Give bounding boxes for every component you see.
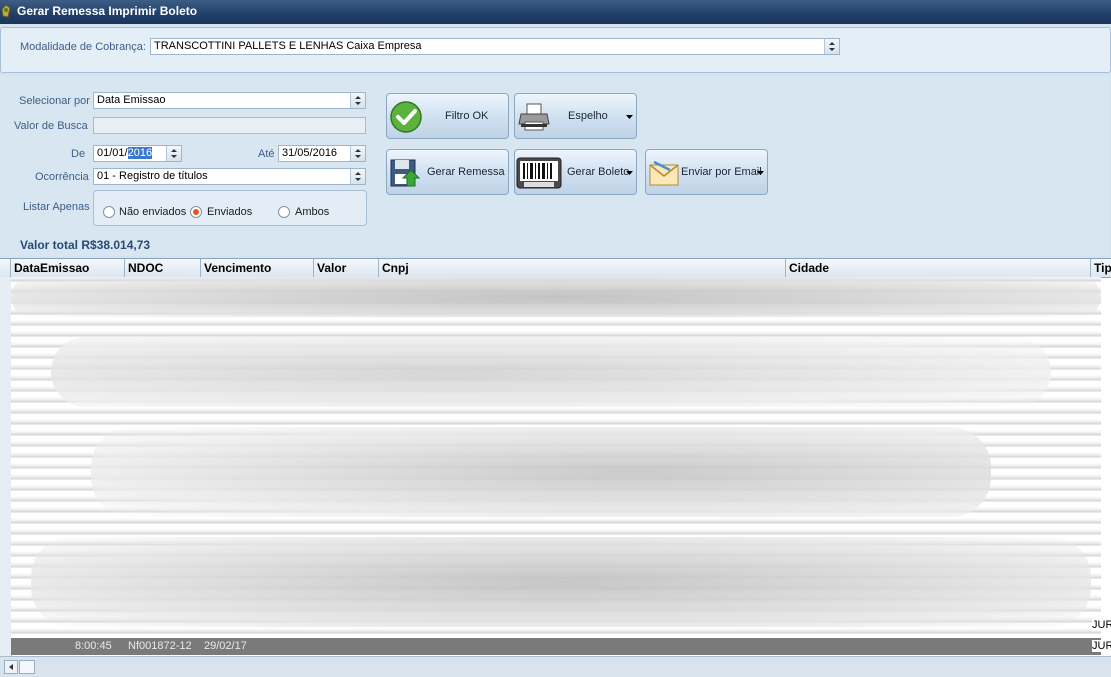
chevron-down-icon[interactable] xyxy=(626,171,633,175)
filtro-ok-button[interactable]: Filtro OK xyxy=(386,93,509,139)
table-row[interactable]: 8:00:45 Nf001872-12 29/02/17 xyxy=(11,638,1101,655)
listar-apenas-group: Não enviados Enviados Ambos xyxy=(93,190,367,226)
redacted-rows xyxy=(11,277,1101,639)
radio-nao-enviados-label[interactable]: Não enviados xyxy=(119,206,186,218)
redaction-blur xyxy=(91,427,991,517)
floppy-save-icon xyxy=(390,159,421,187)
spin-arrows-icon[interactable] xyxy=(166,146,181,161)
tip-cell: JUR xyxy=(1092,640,1111,652)
printer-icon xyxy=(518,103,550,131)
modalidade-panel: Modalidade de Cobrança: TRANSCOTTINI PAL… xyxy=(0,27,1111,73)
filtro-ok-label: Filtro OK xyxy=(445,110,489,122)
spin-arrows-icon[interactable] xyxy=(350,169,365,184)
valor-busca-input[interactable] xyxy=(93,117,366,134)
cell-vencimento: 29/02/17 xyxy=(204,640,247,652)
grid-corner xyxy=(0,259,11,277)
ocorrencia-label: Ocorrência xyxy=(35,171,89,183)
radio-enviados-label[interactable]: Enviados xyxy=(207,206,252,218)
app-icon xyxy=(1,4,11,18)
col-header-dataemissao[interactable]: DataEmissao xyxy=(11,259,125,277)
enviar-email-button[interactable]: Enviar por Email xyxy=(645,149,768,195)
col-header-valor[interactable]: Valor xyxy=(314,259,379,277)
radio-ambos[interactable] xyxy=(278,206,290,218)
scroll-thumb[interactable] xyxy=(19,660,35,674)
spin-arrows-icon[interactable] xyxy=(824,39,839,54)
col-header-cidade[interactable]: Cidade xyxy=(786,259,1091,277)
tip-cell: JUR xyxy=(1092,619,1111,631)
chevron-down-icon[interactable] xyxy=(626,115,633,119)
horizontal-scrollbar[interactable] xyxy=(0,656,1111,677)
col-header-cnpj[interactable]: Cnpj xyxy=(379,259,786,277)
cell-time: 8:00:45 xyxy=(75,640,112,652)
col-header-tip[interactable]: Tip xyxy=(1091,259,1111,277)
barcode-boleto-icon xyxy=(516,157,562,189)
modalidade-label: Modalidade de Cobrança: xyxy=(20,41,146,53)
col-header-vencimento[interactable]: Vencimento xyxy=(201,259,314,277)
enviar-email-label: Enviar por Email xyxy=(681,166,762,178)
listar-apenas-label: Listar Apenas xyxy=(23,201,90,213)
ate-label: Até xyxy=(258,148,275,160)
de-label: De xyxy=(71,148,86,160)
modalidade-value: TRANSCOTTINI PALLETS E LENHAS Caixa Empr… xyxy=(154,40,422,52)
valor-total: Valor total R$38.014,73 xyxy=(20,238,151,252)
spin-arrows-icon[interactable] xyxy=(350,146,365,161)
de-date-prefix: 01/01/ xyxy=(97,147,128,159)
valor-busca-label: Valor de Busca xyxy=(14,120,88,132)
window-titlebar: Gerar Remessa Imprimir Boleto xyxy=(0,0,1111,24)
results-grid[interactable]: DataEmissao NDOC Vencimento Valor Cnpj C… xyxy=(0,258,1111,657)
redaction-blur xyxy=(11,277,1101,317)
ocorrencia-value: 01 - Registro de títulos xyxy=(97,170,208,182)
modalidade-select[interactable]: TRANSCOTTINI PALLETS E LENHAS Caixa Empr… xyxy=(150,38,840,55)
redaction-blur xyxy=(51,337,1051,407)
selecionar-por-value: Data Emissao xyxy=(97,94,166,106)
ate-date-value: 31/05/2016 xyxy=(282,147,338,159)
radio-nao-enviados[interactable] xyxy=(103,206,115,218)
check-icon xyxy=(390,101,422,133)
redaction-blur xyxy=(31,537,1091,627)
radio-enviados[interactable] xyxy=(190,206,202,218)
selecionar-por-label: Selecionar por xyxy=(19,95,90,107)
spin-arrows-icon[interactable] xyxy=(350,93,365,108)
gerar-boleto-label: Gerar Boleto xyxy=(567,166,630,178)
ate-date-field[interactable]: 31/05/2016 xyxy=(278,145,366,162)
selecionar-por-select[interactable]: Data Emissao xyxy=(93,92,366,109)
espelho-button[interactable]: Espelho xyxy=(514,93,637,139)
de-date-selected: 2016 xyxy=(127,147,153,159)
espelho-label: Espelho xyxy=(568,110,608,122)
cell-ndoc: Nf001872-12 xyxy=(128,640,192,652)
grid-header: DataEmissao NDOC Vencimento Valor Cnpj C… xyxy=(0,259,1111,278)
chevron-down-icon[interactable] xyxy=(757,171,764,175)
scroll-left-icon[interactable] xyxy=(4,660,18,674)
email-icon xyxy=(649,160,679,186)
gerar-remessa-label: Gerar Remessa xyxy=(427,166,505,178)
col-header-ndoc[interactable]: NDOC xyxy=(125,259,201,277)
radio-ambos-label[interactable]: Ambos xyxy=(295,206,329,218)
de-date-field[interactable]: 01/01/2016 xyxy=(93,145,182,162)
gerar-remessa-button[interactable]: Gerar Remessa xyxy=(386,149,509,195)
ocorrencia-select[interactable]: 01 - Registro de títulos xyxy=(93,168,366,185)
gerar-boleto-button[interactable]: Gerar Boleto xyxy=(514,149,637,195)
window-title: Gerar Remessa Imprimir Boleto xyxy=(17,4,198,18)
